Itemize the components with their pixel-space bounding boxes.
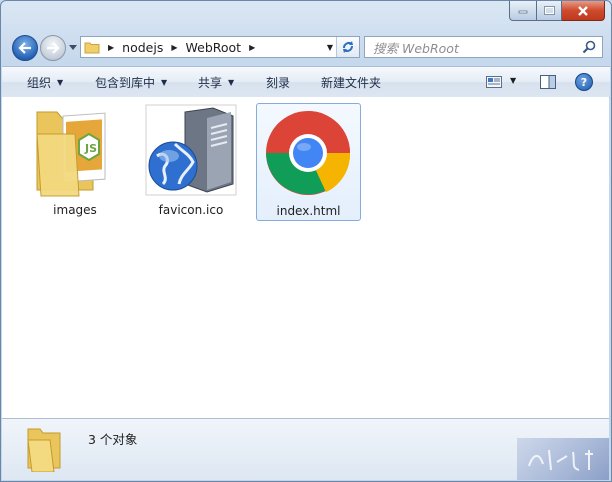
help-icon[interactable]: ?	[575, 73, 593, 91]
breadcrumb-separator-icon[interactable]: ▶	[108, 43, 114, 52]
share-menu[interactable]: 共享 ▼	[198, 74, 234, 91]
address-bar[interactable]: ▶ nodejs ▶ WebRoot ▶ ▼	[80, 36, 360, 58]
chevron-down-icon: ▼	[57, 78, 64, 87]
file-name: index.html	[276, 204, 341, 218]
address-history-dropdown[interactable]: ▼	[327, 43, 333, 52]
server-globe-icon	[145, 104, 237, 196]
arrow-left-icon	[18, 42, 31, 54]
include-in-library-label: 包含到库中	[95, 76, 156, 90]
breadcrumb-item[interactable]: WebRoot	[186, 40, 242, 55]
organize-label: 组织	[27, 76, 52, 90]
chrome-icon	[266, 111, 351, 195]
file-list: JS images favicon.ico index.html	[2, 97, 609, 419]
search-box[interactable]: 搜索 WebRoot	[364, 36, 603, 58]
search-icon[interactable]	[582, 40, 596, 54]
arrow-right-icon	[47, 42, 60, 54]
folder-icon: JS	[36, 111, 106, 197]
file-item-favicon[interactable]: favicon.ico	[141, 102, 241, 218]
breadcrumb-separator-icon[interactable]: ▶	[249, 43, 255, 52]
maximize-button[interactable]	[537, 1, 562, 21]
explorer-window: ▶ nodejs ▶ WebRoot ▶ ▼ 搜索 WebRoot 组织 ▼ 包含…	[0, 0, 612, 482]
folder-icon	[27, 428, 61, 472]
chevron-down-icon: ▼	[161, 78, 168, 87]
new-folder-button[interactable]: 新建文件夹	[321, 74, 381, 91]
watermark-logo	[517, 438, 609, 480]
breadcrumb-separator-icon[interactable]: ▶	[171, 43, 177, 52]
watermark-glyphs-icon	[528, 449, 593, 471]
chevron-down-icon	[69, 44, 77, 50]
folder-icon	[84, 42, 100, 53]
window-caption-buttons	[509, 1, 605, 21]
include-in-library-menu[interactable]: 包含到库中 ▼	[95, 74, 167, 91]
refresh-icon	[343, 41, 353, 53]
minimize-icon	[518, 10, 528, 13]
burn-button[interactable]: 刻录	[266, 74, 290, 91]
back-button[interactable]	[12, 35, 38, 61]
recent-pages-dropdown[interactable]	[68, 41, 78, 53]
svg-text:JS: JS	[84, 142, 97, 155]
organize-menu[interactable]: 组织 ▼	[27, 74, 63, 91]
minimize-button[interactable]	[509, 1, 537, 21]
chevron-down-icon: ▼	[228, 78, 235, 87]
file-name: images	[53, 203, 97, 217]
breadcrumb-item[interactable]: nodejs	[122, 40, 163, 55]
refresh-button[interactable]	[336, 37, 359, 57]
burn-label: 刻录	[266, 76, 291, 90]
new-folder-label: 新建文件夹	[321, 76, 382, 90]
forward-button[interactable]	[40, 35, 66, 61]
item-count-text: 3 个对象	[88, 432, 138, 447]
close-button[interactable]	[562, 1, 605, 21]
maximize-icon	[543, 6, 555, 15]
breadcrumb: ▶ nodejs ▶ WebRoot ▶	[104, 40, 263, 55]
share-label: 共享	[198, 76, 223, 90]
details-pane: 3 个对象	[2, 419, 609, 480]
preview-pane-icon[interactable]	[540, 75, 556, 89]
close-icon	[578, 5, 588, 16]
command-bar: 组织 ▼ 包含到库中 ▼ 共享 ▼ 刻录 新建文件夹 ▼ ?	[2, 66, 610, 98]
view-options-icon[interactable]	[486, 76, 502, 88]
file-item-images[interactable]: JS images	[25, 102, 125, 218]
view-options-dropdown[interactable]: ▼	[510, 76, 516, 85]
file-item-index-html[interactable]: index.html	[256, 103, 361, 221]
file-name: favicon.ico	[158, 203, 224, 217]
search-placeholder: 搜索 WebRoot	[373, 40, 459, 56]
